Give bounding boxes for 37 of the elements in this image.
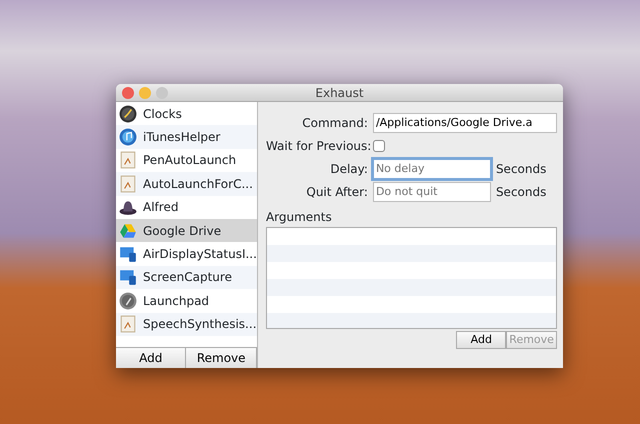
field-label: Command: xyxy=(301,114,368,132)
window-title: Exhaust xyxy=(315,84,364,102)
monitor-icon xyxy=(119,268,137,286)
close-button[interactable] xyxy=(122,87,134,99)
zoom-button[interactable] xyxy=(156,87,168,99)
arguments-table[interactable] xyxy=(266,227,557,329)
add-button[interactable]: Add xyxy=(116,348,186,368)
monitor-icon xyxy=(119,245,137,264)
document-icon xyxy=(119,174,137,193)
field-label: Wait for Previous: xyxy=(266,138,368,154)
app-list-item[interactable]: SpeechSynthesis... xyxy=(116,312,257,336)
unit-label: Seconds xyxy=(496,184,546,200)
music-note-icon xyxy=(119,128,137,146)
document-icon xyxy=(119,151,137,170)
remove-button[interactable]: Remove xyxy=(186,348,257,368)
quit-after-field[interactable]: Do not quit xyxy=(372,182,491,202)
section-title: Arguments xyxy=(266,209,333,226)
app-list-item[interactable]: Google Drive xyxy=(116,218,257,242)
app-list-item[interactable]: PenAutoLaunch xyxy=(116,148,257,172)
app-list-item[interactable]: AutoLaunchForC... xyxy=(116,172,257,196)
app-list-item[interactable]: iTunesHelper xyxy=(116,125,257,149)
command-field[interactable]: /Applications/Google Drive.a xyxy=(372,112,557,132)
app-list-item[interactable]: AirDisplayStatusI... xyxy=(116,242,257,266)
app-list-item[interactable]: ScreenCapture xyxy=(116,266,257,290)
app-list-item[interactable]: Launchpad xyxy=(116,289,257,313)
add-button[interactable]: Add xyxy=(456,331,506,349)
triangle-icon xyxy=(119,222,137,240)
checkbox[interactable] xyxy=(372,140,385,152)
field-label: Delay: xyxy=(329,160,368,178)
unit-label: Seconds xyxy=(496,160,546,178)
document-icon xyxy=(119,315,137,334)
delay-field[interactable]: No delay xyxy=(372,158,491,178)
field-label: Quit After: xyxy=(305,184,368,200)
minimize-button[interactable] xyxy=(139,87,151,99)
app-list-item[interactable]: Clocks xyxy=(116,102,257,126)
clock-icon xyxy=(119,104,137,123)
app-list-item[interactable]: Alfred xyxy=(116,196,257,219)
